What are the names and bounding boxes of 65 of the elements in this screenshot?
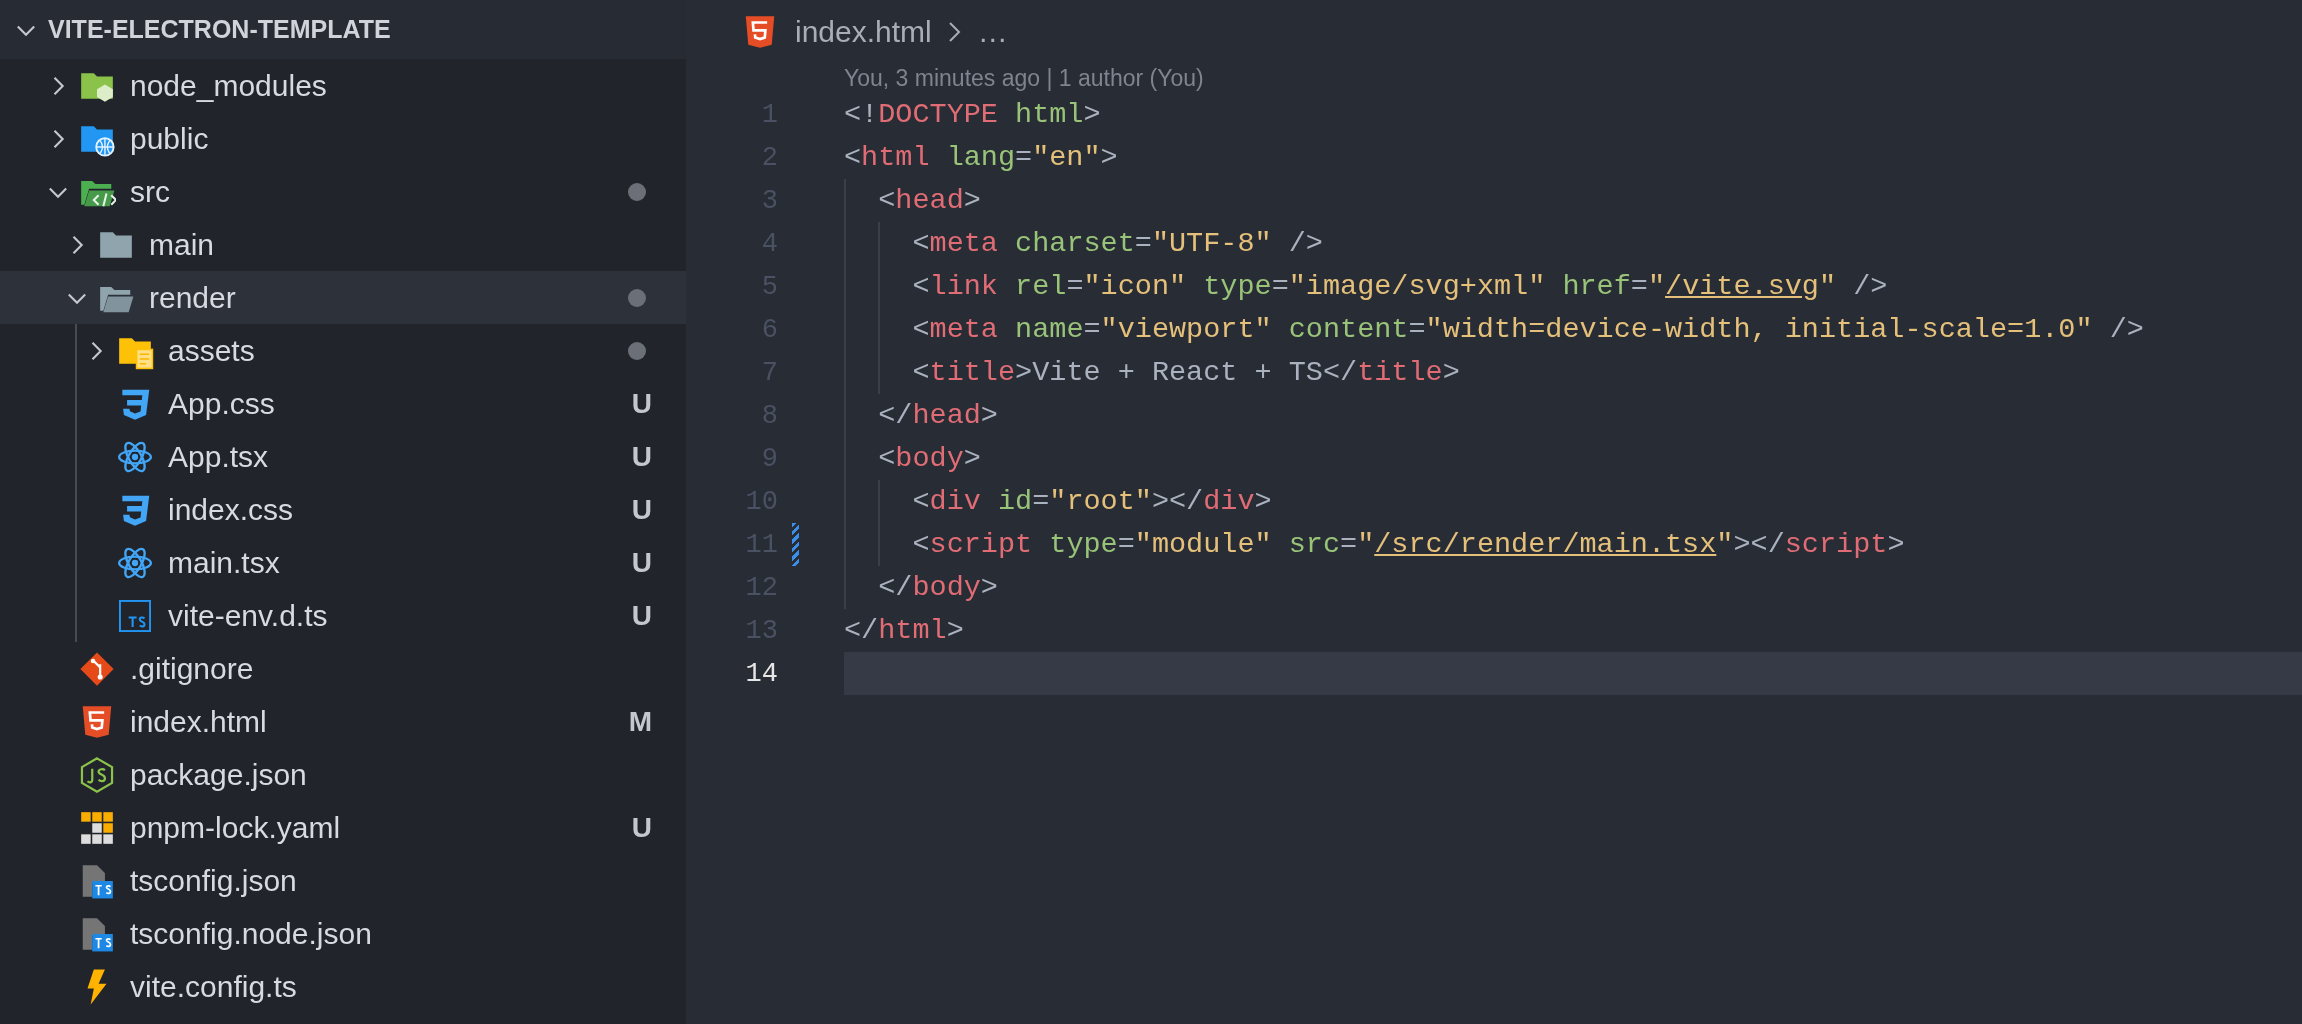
code-line: <script type="module" src="/src/render/main.tsx"></script> [844,523,2302,566]
file-row[interactable]: tsconfig.node.json [0,907,686,960]
file-row[interactable]: main.tsx U [0,536,686,589]
file-row[interactable]: vite.config.ts [0,960,686,1013]
code-line: <link rel="icon" type="image/svg+xml" href="/vite.svg" /> [844,265,2302,308]
folder-row[interactable]: assets [0,324,686,377]
code-line: <meta name="viewport" content="width=device-width, initial-scale=1.0" /> [844,308,2302,351]
folder-row[interactable]: node_modules [0,59,686,112]
git-status: U [631,493,652,526]
code-line: <body> [844,437,2302,480]
folder-row[interactable]: src [0,165,686,218]
folder-name: src [130,174,171,209]
file-link[interactable]: /src/render/main.tsx [1374,528,1717,561]
folder-row[interactable]: main [0,218,686,271]
file-row[interactable]: pnpm-lock.yaml U [0,801,686,854]
line-number: 14 [744,658,778,689]
project-title: VITE-ELECTRON-TEMPLATE [48,15,391,44]
file-name: tsconfig.json [130,863,298,898]
folder-name: assets [168,333,256,368]
file-name: index.html [130,704,268,739]
file-row[interactable]: package.json [0,748,686,801]
file-row[interactable]: App.css U [0,377,686,430]
file-name: App.css [168,386,276,421]
file-name: index.css [168,492,295,527]
file-name: main.tsx [168,545,281,580]
folder-name: node_modules [130,68,328,103]
folder-name: render [149,280,237,315]
git-status: U [631,387,652,420]
code-line: <title>Vite + React + TS</title> [844,351,2302,394]
file-row[interactable]: index.html M [0,695,686,748]
file-name: pnpm-lock.yaml [130,810,342,845]
file-name: App.tsx [168,439,270,474]
explorer-header[interactable]: VITE-ELECTRON-TEMPLATE [0,0,686,59]
code-line: <head> [844,179,2302,222]
code-line: </html> [844,613,965,649]
code-line: </head> [844,394,2302,437]
git-status: U [631,811,652,844]
breadcrumb-file[interactable]: index.html [795,15,932,49]
file-row[interactable]: App.tsx U [0,430,686,483]
file-name: vite-env.d.ts [168,598,329,633]
code-line: <html lang="en"> [844,140,1119,176]
code-line: <meta charset="UTF-8" /> [844,222,2302,265]
file-link[interactable]: /vite.svg [1665,270,1819,303]
breadcrumb-symbols[interactable]: … [977,15,1008,49]
file-name: .gitignore [130,651,255,686]
code-line: <div id="root"></div> [844,480,2302,523]
file-name: package.json [130,757,308,792]
folder-name: main [149,227,216,262]
file-row[interactable]: index.css U [0,483,686,536]
code-line: <!DOCTYPE html> [844,97,1102,133]
folder-row[interactable]: render [0,271,686,324]
git-status: M [628,705,652,738]
folder-name: public [130,121,210,156]
file-row[interactable]: tsconfig.json [0,854,686,907]
code-line: </body> [844,566,2302,609]
file-row[interactable]: .gitignore [0,642,686,695]
nodejs-icon [78,755,116,794]
blame-annotation[interactable]: You, 3 minutes ago | 1 author (You) [686,64,2302,93]
git-status: U [631,599,652,632]
file-name: tsconfig.node.json [130,916,373,951]
folder-row[interactable]: public [0,112,686,165]
file-name: vite.config.ts [130,969,298,1004]
file-row[interactable]: vite-env.d.ts U [0,589,686,642]
git-status: U [631,546,652,579]
git-status: U [631,440,652,473]
